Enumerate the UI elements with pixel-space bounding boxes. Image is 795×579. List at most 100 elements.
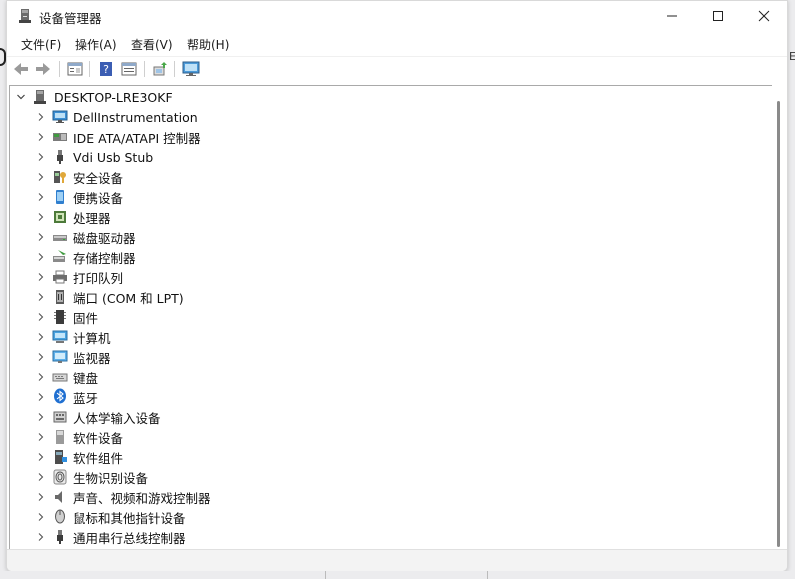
tree-item-label: IDE ATA/ATAPI 控制器 (73, 130, 201, 146)
toolbar-separator (144, 61, 145, 77)
tree-item[interactable]: 蓝牙 (10, 387, 750, 407)
chevron-right-icon[interactable] (36, 232, 46, 242)
tree-item[interactable]: 磁盘驱动器 (10, 227, 750, 247)
tree-root-row[interactable]: DESKTOP-LRE3OKF (10, 87, 750, 107)
chevron-right-icon[interactable] (36, 312, 46, 322)
properties-view-icon (67, 62, 83, 76)
usb-plug-icon (57, 150, 63, 164)
chevron-right-icon[interactable] (36, 492, 46, 502)
scan-hardware-button[interactable] (149, 59, 171, 79)
tree-item[interactable]: 通用串行总线控制器 (10, 527, 750, 547)
tree-item[interactable]: 人体学输入设备 (10, 407, 750, 427)
chevron-right-icon[interactable] (36, 272, 46, 282)
tree-item[interactable]: DellInstrumentation (10, 107, 750, 127)
menu-file[interactable]: 文件(F) (19, 36, 63, 53)
chevron-right-icon[interactable] (36, 352, 46, 362)
title-bar[interactable]: 设备管理器 (7, 1, 787, 31)
minimize-button[interactable] (649, 1, 695, 31)
background-divider (487, 571, 488, 579)
vertical-scrollbar[interactable] (772, 85, 786, 549)
tree-item-label: 便携设备 (73, 190, 124, 206)
back-arrow-icon (14, 63, 28, 75)
tree-item[interactable]: 声音、视频和游戏控制器 (10, 487, 750, 507)
background-divider (325, 571, 326, 579)
chevron-right-icon[interactable] (36, 452, 46, 462)
tree-item-label: 计算机 (73, 330, 111, 346)
properties-view-button[interactable] (64, 59, 86, 79)
tree-item-label: 监视器 (73, 350, 111, 366)
tree-item-label: 端口 (COM 和 LPT) (73, 290, 184, 306)
scan-hardware-icon (153, 62, 167, 76)
chevron-right-icon[interactable] (36, 212, 46, 222)
chevron-right-icon[interactable] (36, 132, 46, 142)
speaker-icon (55, 491, 62, 503)
monitor-blue-icon (52, 110, 68, 123)
chevron-right-icon[interactable] (36, 192, 46, 202)
tree-item[interactable]: 计算机 (10, 327, 750, 347)
chevron-down-icon[interactable] (16, 92, 26, 102)
tree-item-label: 磁盘驱动器 (73, 230, 136, 246)
tree-item[interactable]: 便携设备 (10, 187, 750, 207)
chevron-right-icon[interactable] (36, 292, 46, 302)
tree-item[interactable]: IDE ATA/ATAPI 控制器 (10, 127, 750, 147)
monitor-button[interactable] (180, 59, 202, 79)
tree-item[interactable]: 端口 (COM 和 LPT) (10, 287, 750, 307)
maximize-icon (713, 11, 723, 21)
tree-item-label: 处理器 (73, 210, 111, 226)
fingerprint-icon (53, 469, 67, 485)
usb-controller-icon (57, 530, 63, 544)
chevron-right-icon[interactable] (36, 152, 46, 162)
chevron-right-icon[interactable] (36, 332, 46, 342)
tree-item-label: 存储控制器 (73, 250, 136, 266)
chevron-right-icon[interactable] (36, 172, 46, 182)
view-toggle-button[interactable] (118, 59, 140, 79)
menu-view[interactable]: 查看(V) (129, 36, 175, 53)
chevron-right-icon[interactable] (36, 512, 46, 522)
toolbar-separator (174, 61, 175, 77)
tree-item[interactable]: 处理器 (10, 207, 750, 227)
menu-action[interactable]: 操作(A) (73, 36, 119, 53)
close-button[interactable] (741, 1, 787, 31)
help-button[interactable]: ? (95, 59, 117, 79)
tree-item-label: 通用串行总线控制器 (73, 530, 186, 546)
tree-item[interactable]: 存储控制器 (10, 247, 750, 267)
background-char: E (789, 50, 795, 63)
tree-item-label: DellInstrumentation (73, 109, 198, 125)
tree-item[interactable]: 软件组件 (10, 447, 750, 467)
chevron-right-icon[interactable] (36, 432, 46, 442)
tree-item-label: 蓝牙 (73, 390, 99, 406)
tree-item-label: Vdi Usb Stub (73, 149, 154, 165)
tree-item-label: 软件设备 (73, 430, 124, 446)
device-tree[interactable]: DESKTOP-LRE3OKF DellInstrumentation IDE … (9, 85, 772, 550)
status-bar (7, 549, 787, 571)
chevron-right-icon[interactable] (36, 252, 46, 262)
chevron-right-icon[interactable] (36, 472, 46, 482)
tree-item-label: 人体学输入设备 (73, 410, 161, 426)
tree-item[interactable]: 生物识别设备 (10, 467, 750, 487)
tree-item[interactable]: 固件 (10, 307, 750, 327)
tree-item[interactable]: 软件设备 (10, 427, 750, 447)
chevron-right-icon[interactable] (36, 392, 46, 402)
back-button[interactable] (10, 59, 32, 79)
chevron-right-icon[interactable] (36, 412, 46, 422)
tree-item[interactable]: 安全设备 (10, 167, 750, 187)
hid-device-icon (53, 411, 67, 423)
security-key-icon (54, 171, 66, 183)
tree-item[interactable]: 鼠标和其他指针设备 (10, 507, 750, 527)
forward-button[interactable] (32, 59, 54, 79)
tree-item[interactable]: 键盘 (10, 367, 750, 387)
tree-item-label: 声音、视频和游戏控制器 (73, 490, 211, 506)
chevron-right-icon[interactable] (36, 532, 46, 542)
processor-chip-icon (54, 211, 66, 223)
tree-item[interactable]: Vdi Usb Stub (10, 147, 750, 167)
menu-help[interactable]: 帮助(H) (185, 36, 231, 53)
chevron-right-icon[interactable] (36, 372, 46, 382)
scrollbar-thumb[interactable] (777, 101, 780, 547)
tree-item[interactable]: 打印队列 (10, 267, 750, 287)
device-manager-icon (19, 9, 31, 23)
portable-device-icon (56, 190, 64, 204)
tree-item[interactable]: 监视器 (10, 347, 750, 367)
bluetooth-icon (54, 388, 66, 404)
chevron-right-icon[interactable] (36, 112, 46, 122)
maximize-button[interactable] (695, 1, 741, 31)
